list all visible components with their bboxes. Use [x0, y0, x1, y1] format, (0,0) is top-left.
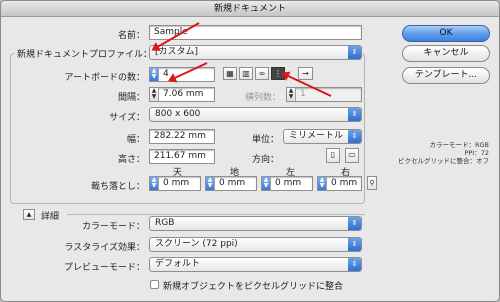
bleed-left-value: 0 mm [275, 178, 302, 188]
pixel-grid-label: 新規オブジェクトをピクセルグリッドに整合 [163, 282, 344, 292]
link-icon[interactable]: ⚲ [367, 176, 377, 190]
bleed-left-input[interactable]: ▲ ▼ 0 mm [261, 176, 313, 191]
stepper-icon[interactable]: ▲ ▼ [262, 177, 271, 190]
units-select-value: ミリメートル [289, 131, 344, 141]
spacing-input[interactable]: ▲ ▼ 7.06 mm [149, 87, 215, 102]
stepper-icon[interactable]: ▲ ▼ [150, 177, 159, 190]
arrange-by-row-icon[interactable]: ∞ [255, 67, 269, 80]
stepper-icon[interactable]: ▲ ▼ [150, 68, 159, 81]
select-arrows-icon: ⇕ [348, 46, 361, 59]
preview-mode-label: プレビューモード： [63, 263, 145, 273]
select-arrows-icon: ⇕ [348, 130, 361, 143]
height-input[interactable]: 211.67 mm [149, 149, 215, 164]
raster-effects-value: スクリーン (72 ppi) [155, 239, 238, 249]
columns-label: 横列数： [244, 93, 281, 103]
name-label: 名前： [117, 31, 145, 41]
bleed-right-input[interactable]: ▲ ▼ 0 mm [317, 176, 362, 191]
preview-mode-select[interactable]: デフォルト ⇕ [149, 257, 362, 272]
spacing-label: 間隔： [117, 93, 145, 103]
right-to-left-icon[interactable]: → [298, 67, 313, 80]
width-input[interactable]: 282.22 mm [149, 129, 215, 144]
profile-select-value: [カスタム] [155, 47, 199, 57]
columns-input: ▲ ▼ 1 [286, 87, 362, 102]
bleed-top-input[interactable]: ▲ ▼ 0 mm [149, 176, 201, 191]
ok-button[interactable]: OK [402, 25, 490, 42]
disclosure-triangle-icon[interactable]: ▲ [23, 209, 35, 220]
bleed-bottom-value: 0 mm [219, 178, 246, 188]
profile-select[interactable]: [カスタム] ⇕ [149, 45, 362, 60]
stepper-icon: ▲ ▼ [287, 88, 296, 101]
new-document-dialog: 新規ドキュメント 名前： Sample 新規ドキュメントプロファイル： [カスタ… [0, 0, 500, 302]
bleed-label: 裁ち落とし： [90, 182, 145, 192]
grid-by-column-icon[interactable]: ▥ [239, 67, 253, 80]
color-mode-select[interactable]: RGB ⇕ [149, 216, 362, 231]
stepper-icon[interactable]: ▲ ▼ [150, 88, 159, 101]
bleed-top-value: 0 mm [163, 178, 190, 188]
bleed-bottom-input[interactable]: ▲ ▼ 0 mm [205, 176, 257, 191]
height-label: 高さ： [117, 155, 145, 165]
spacing-value: 7.06 mm [163, 89, 204, 99]
window-title: 新規ドキュメント [1, 1, 499, 17]
info-pixel-grid: ピクセルグリッドに整合：オフ [398, 157, 489, 165]
width-label: 幅： [126, 135, 145, 145]
raster-effects-label: ラスタライズ効果： [64, 243, 145, 253]
units-label: 単位： [251, 135, 279, 145]
size-label: サイズ： [109, 113, 145, 123]
preview-mode-value: デフォルト [155, 259, 201, 269]
select-arrows-icon: ⇕ [348, 238, 361, 251]
color-mode-value: RGB [155, 218, 175, 228]
columns-value: 1 [300, 89, 306, 99]
profile-label: 新規ドキュメントプロファイル： [14, 47, 156, 60]
units-select[interactable]: ミリメートル ⇕ [283, 129, 362, 144]
grid-by-row-icon[interactable]: ▦ [223, 67, 237, 80]
select-arrows-icon: ⇕ [348, 108, 361, 121]
artboard-count-label: アートボードの数： [64, 73, 145, 83]
pixel-grid-checkbox[interactable] [150, 280, 159, 289]
select-arrows-icon: ⇕ [348, 217, 361, 230]
select-arrows-icon: ⇕ [348, 258, 361, 271]
divider [67, 214, 365, 215]
raster-effects-select[interactable]: スクリーン (72 ppi) ⇕ [149, 237, 362, 252]
bleed-right-value: 0 mm [331, 178, 358, 188]
size-select[interactable]: 800 x 600 ⇕ [149, 107, 362, 122]
size-select-value: 800 x 600 [155, 109, 201, 119]
templates-button[interactable]: テンプレート... [402, 67, 490, 84]
orientation-label: 方向： [251, 155, 279, 165]
stepper-icon[interactable]: ▲ ▼ [206, 177, 215, 190]
landscape-icon[interactable]: ▭ [345, 148, 359, 163]
portrait-icon[interactable]: ▯ [326, 148, 340, 163]
color-mode-label: カラーモード： [81, 222, 145, 232]
cancel-button[interactable]: キャンセル [402, 45, 490, 62]
stepper-icon[interactable]: ▲ ▼ [318, 177, 327, 190]
